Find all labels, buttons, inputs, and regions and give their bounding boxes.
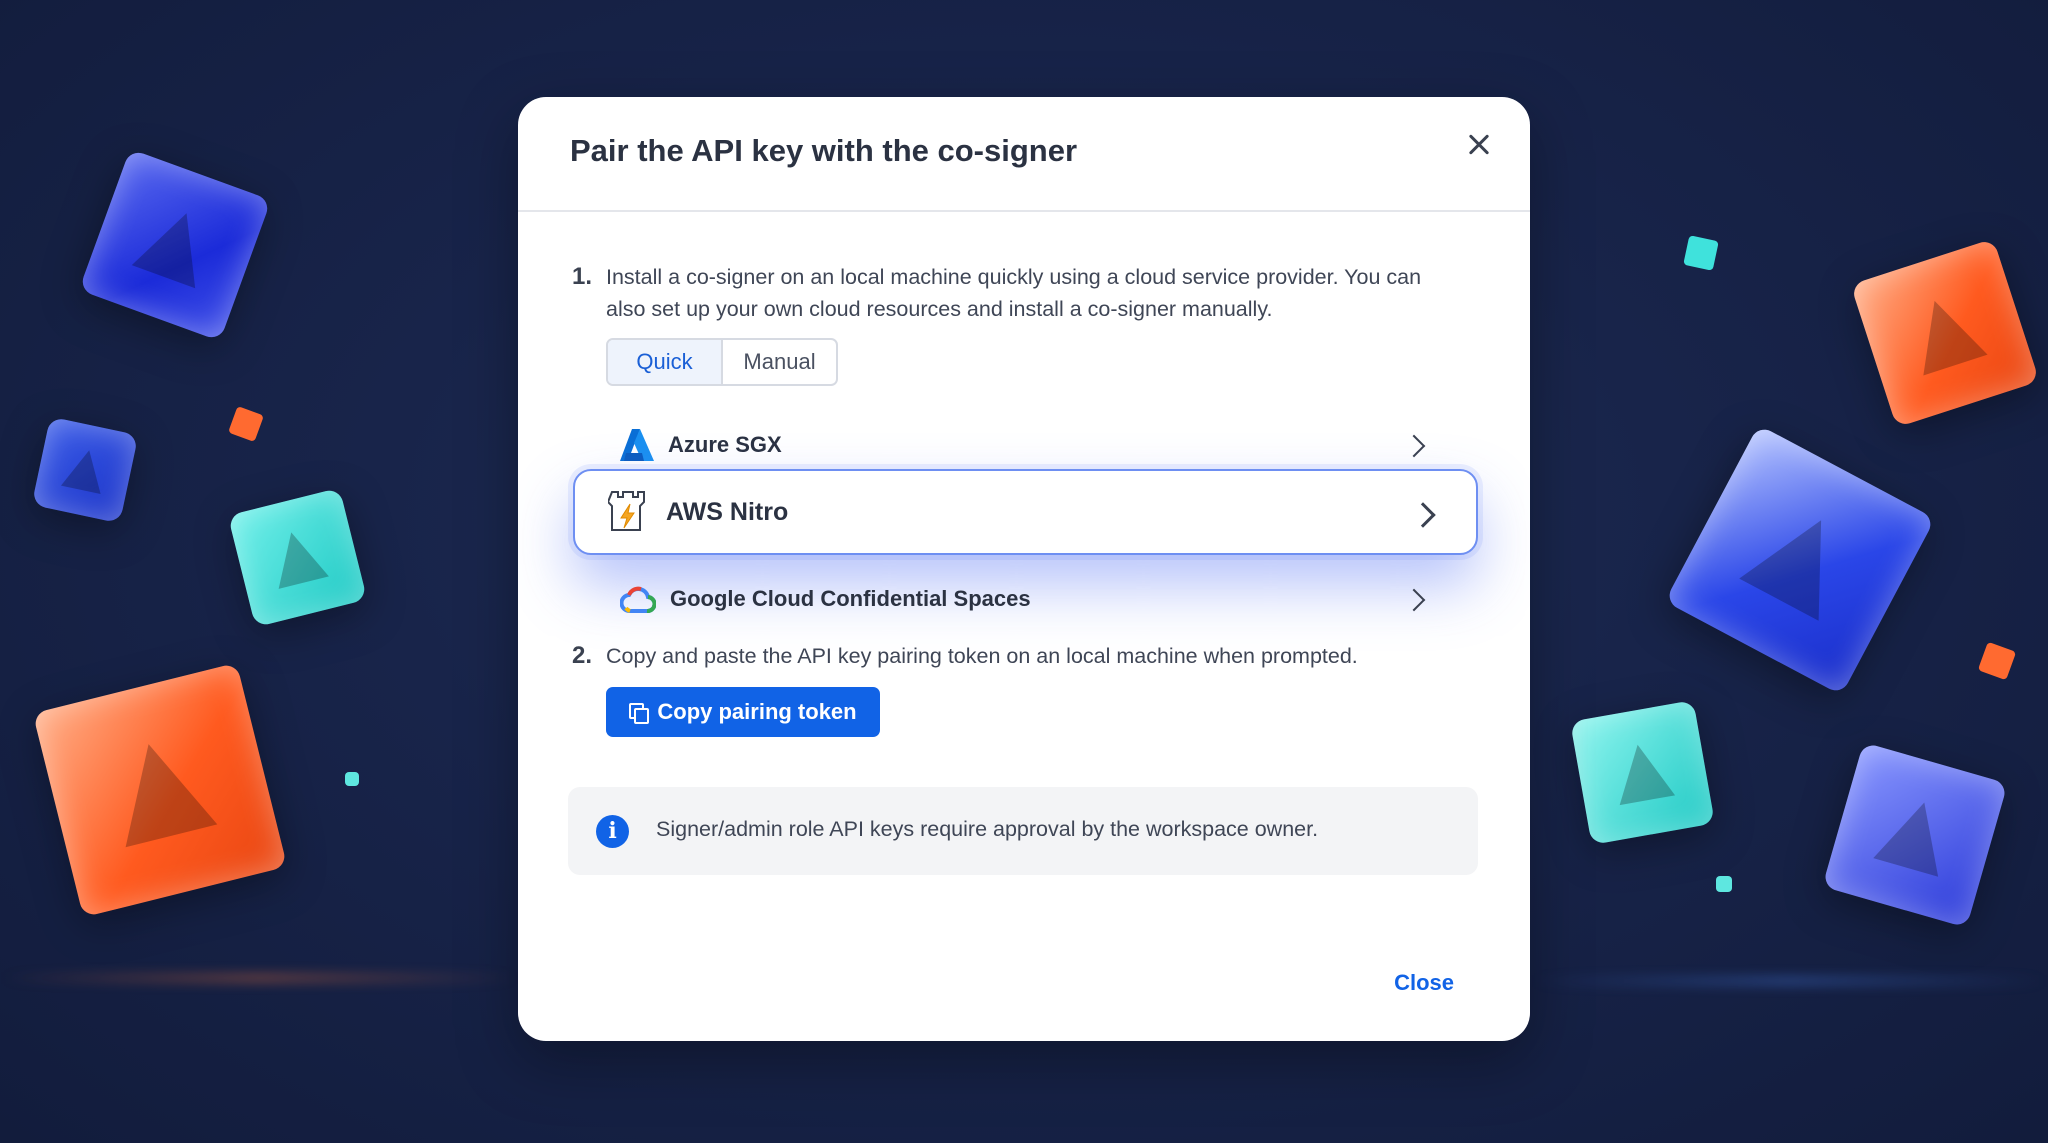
cube-teal-left: [227, 487, 368, 628]
provider-google-cloud[interactable]: Google Cloud Confidential Spaces: [574, 571, 1474, 627]
tab-quick[interactable]: Quick: [608, 340, 723, 384]
info-text: Signer/admin role API keys require appro…: [656, 817, 1319, 841]
glow-line-right: [1530, 978, 2048, 984]
azure-icon: [620, 429, 654, 461]
chevron-right-icon: [1402, 434, 1426, 458]
step-1-text-line-1: Install a co-signer on an local machine …: [606, 265, 1422, 289]
cube-teal-tiny-right2: [1716, 876, 1732, 892]
close-icon[interactable]: [1460, 125, 1500, 165]
dialog-title: Pair the API key with the co-signer: [570, 133, 1078, 168]
copy-icon: [629, 703, 650, 724]
chevron-right-icon: [1410, 502, 1436, 528]
cube-teal-tiny: [345, 772, 359, 786]
provider-aws-nitro[interactable]: AWS Nitro: [573, 469, 1478, 555]
aws-nitro-icon: [608, 491, 645, 531]
tab-manual[interactable]: Manual: [723, 340, 836, 384]
install-mode-toggle: Quick Manual: [606, 338, 838, 386]
provider-name: Google Cloud Confidential Spaces: [670, 586, 1031, 611]
provider-azure-sgx[interactable]: Azure SGX: [574, 417, 1474, 473]
cube-blue-top-left: [78, 148, 272, 342]
step-2-text: Copy and paste the API key pairing token…: [606, 644, 1358, 668]
google-cloud-icon: [620, 586, 656, 613]
dialog-header: Pair the API key with the co-signer: [518, 97, 1530, 212]
cube-teal-right: [1570, 700, 1715, 845]
cube-blue-small-left: [31, 416, 139, 524]
step-2-number: 2.: [572, 642, 593, 669]
cube-blue-large-right: [1664, 424, 1936, 696]
copy-button-label: Copy pairing token: [657, 699, 857, 724]
provider-name: Azure SGX: [668, 432, 782, 457]
step-1-number: 1.: [572, 263, 593, 290]
cube-orange-bottom-left: [32, 662, 288, 918]
cube-teal-tiny-right: [1683, 235, 1719, 271]
close-button[interactable]: Close: [1394, 970, 1454, 996]
glow-line-left: [0, 975, 520, 981]
step-1-text-line-2: also set up your own cloud resources and…: [606, 297, 1273, 321]
pair-api-key-dialog: Pair the API key with the co-signer 1. I…: [518, 97, 1530, 1041]
cube-orange-tiny-right: [1977, 641, 2017, 681]
info-callout: i Signer/admin role API keys require app…: [568, 787, 1478, 875]
chevron-right-icon: [1402, 588, 1426, 612]
copy-pairing-token-button[interactable]: Copy pairing token: [606, 687, 880, 737]
provider-name: AWS Nitro: [666, 497, 789, 526]
cube-orange-tiny: [228, 406, 264, 442]
info-icon: i: [596, 815, 629, 848]
cube-orange-top-right: [1850, 238, 2040, 428]
cube-blue-bottom-right: [1822, 742, 2008, 928]
